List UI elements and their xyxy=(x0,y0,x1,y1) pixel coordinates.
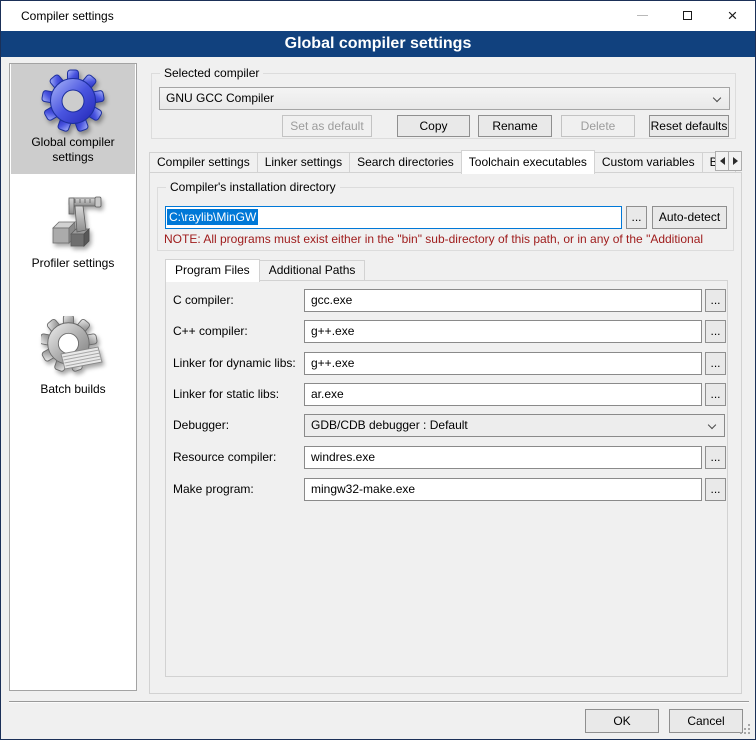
sidebar-item-global-compiler-settings[interactable]: Global compiler settings xyxy=(11,64,135,174)
make-program-browse-button[interactable]: ... xyxy=(705,478,726,501)
selected-compiler-dropdown[interactable]: GNU GCC Compiler xyxy=(159,87,730,110)
reset-defaults-button[interactable]: Reset defaults xyxy=(649,115,729,137)
browse-directory-button[interactable]: ... xyxy=(626,206,647,229)
bin-subdirectory-note: NOTE: All programs must exist either in … xyxy=(164,232,731,247)
titlebar[interactable]: Compiler settings × xyxy=(1,1,755,31)
auto-detect-button[interactable]: Auto-detect xyxy=(652,206,727,229)
toolchain-subtabstrip: Program Files Additional Paths xyxy=(165,258,365,281)
tab-toolchain-executables[interactable]: Toolchain executables xyxy=(461,150,595,174)
tab-scroll-right-button[interactable] xyxy=(728,151,742,171)
tab-search-directories[interactable]: Search directories xyxy=(349,152,462,173)
main-tabstrip: Compiler settings Linker settings Search… xyxy=(149,150,743,173)
footer-divider xyxy=(9,701,749,703)
tab-linker-settings[interactable]: Linker settings xyxy=(257,152,350,173)
compiler-settings-dialog: Compiler settings × Global compiler sett… xyxy=(0,0,756,740)
make-program-input[interactable]: mingw32-make.exe xyxy=(304,478,702,501)
sidebar-item-profiler-settings[interactable]: Profiler settings xyxy=(11,190,135,296)
linker-static-browse-button[interactable]: ... xyxy=(705,383,726,406)
linker-dynamic-input[interactable]: g++.exe xyxy=(304,352,702,375)
settings-sidebar: Global compiler settings Profiler settin… xyxy=(9,63,137,691)
caliper-icon xyxy=(41,190,105,254)
tab-scroll-arrows xyxy=(716,151,742,171)
c-compiler-input[interactable]: gcc.exe xyxy=(304,289,702,312)
debugger-value: GDB/CDB debugger : Default xyxy=(311,418,468,432)
sidebar-item-label: Batch builds xyxy=(11,382,135,397)
resize-grip[interactable] xyxy=(740,724,742,726)
sidebar-item-label: Profiler settings xyxy=(11,256,135,271)
linker-static-input[interactable]: ar.exe xyxy=(304,383,702,406)
make-program-label: Make program: xyxy=(173,478,301,501)
cpp-compiler-browse-button[interactable]: ... xyxy=(705,320,726,343)
linker-static-label: Linker for static libs: xyxy=(173,383,301,406)
copy-button[interactable]: Copy xyxy=(397,115,470,137)
gray-gear-papers-icon xyxy=(41,316,105,380)
close-button[interactable]: × xyxy=(710,1,755,30)
page-title: Global compiler settings xyxy=(1,31,755,57)
c-compiler-browse-button[interactable]: ... xyxy=(705,289,726,312)
resource-compiler-label: Resource compiler: xyxy=(173,446,301,469)
tab-custom-variables[interactable]: Custom variables xyxy=(594,152,703,173)
minimize-icon xyxy=(637,15,648,16)
right-arrow-icon xyxy=(733,157,738,165)
chevron-down-icon xyxy=(713,94,721,102)
subtab-additional-paths[interactable]: Additional Paths xyxy=(259,260,366,281)
rename-button[interactable]: Rename xyxy=(478,115,552,137)
selected-path-text: C:\raylib\MinGW xyxy=(167,209,258,225)
tab-scroll-left-button[interactable] xyxy=(715,151,729,171)
resource-compiler-browse-button[interactable]: ... xyxy=(705,446,726,469)
debugger-dropdown[interactable]: GDB/CDB debugger : Default xyxy=(304,414,725,437)
installation-directory-input[interactable]: C:\raylib\MinGW xyxy=(165,206,622,229)
cpp-compiler-input[interactable]: g++.exe xyxy=(304,320,702,343)
cancel-button[interactable]: Cancel xyxy=(669,709,743,733)
c-compiler-label: C compiler: xyxy=(173,289,301,312)
subtab-program-files[interactable]: Program Files xyxy=(165,259,260,282)
tab-compiler-settings[interactable]: Compiler settings xyxy=(149,152,258,173)
close-icon: × xyxy=(728,7,738,24)
delete-button[interactable]: Delete xyxy=(561,115,635,137)
maximize-icon xyxy=(683,11,692,20)
linker-dynamic-browse-button[interactable]: ... xyxy=(705,352,726,375)
chevron-down-icon xyxy=(708,421,716,429)
selected-compiler-value: GNU GCC Compiler xyxy=(166,91,274,105)
minimize-button[interactable] xyxy=(620,1,665,30)
window-title: Compiler settings xyxy=(21,9,114,23)
linker-dynamic-label: Linker for dynamic libs: xyxy=(173,352,301,375)
group-title: Selected compiler xyxy=(160,66,263,81)
blue-gear-icon xyxy=(41,69,105,133)
maximize-button[interactable] xyxy=(665,1,710,30)
left-arrow-icon xyxy=(720,157,725,165)
cpp-compiler-label: C++ compiler: xyxy=(173,320,301,343)
ok-button[interactable]: OK xyxy=(585,709,659,733)
debugger-label: Debugger: xyxy=(173,414,301,437)
resource-compiler-input[interactable]: windres.exe xyxy=(304,446,702,469)
sidebar-item-label: Global compiler settings xyxy=(11,135,135,165)
sidebar-item-batch-builds[interactable]: Batch builds xyxy=(11,316,135,422)
group-title: Compiler's installation directory xyxy=(166,180,340,195)
set-as-default-button[interactable]: Set as default xyxy=(282,115,372,137)
